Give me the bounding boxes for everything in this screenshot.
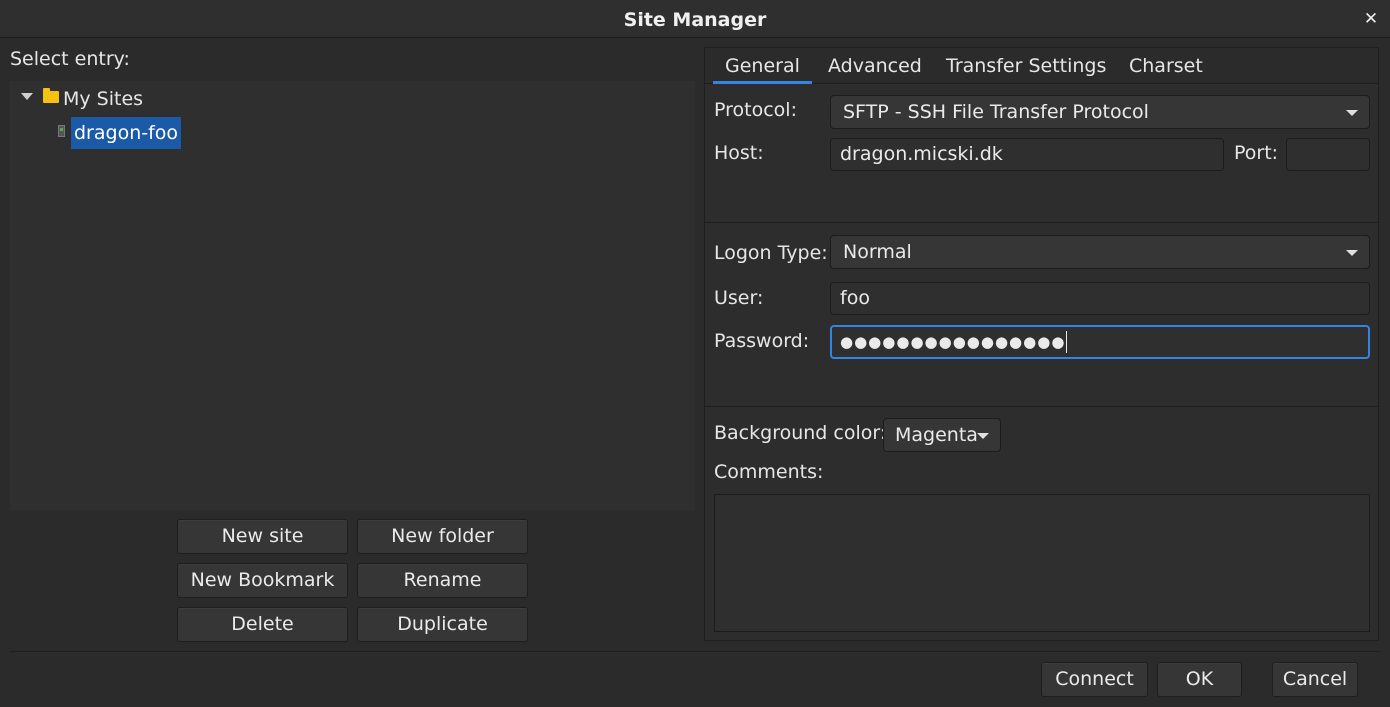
rename-button[interactable]: Rename xyxy=(357,563,528,598)
logon-type-label: Logon Type: xyxy=(714,242,828,264)
tab-transfer-settings[interactable]: Transfer Settings xyxy=(946,48,1106,84)
new-folder-button[interactable]: New folder xyxy=(357,519,528,554)
new-site-button[interactable]: New site xyxy=(177,519,348,554)
host-input[interactable]: dragon.micski.dk xyxy=(830,138,1224,171)
cancel-button[interactable]: Cancel xyxy=(1272,662,1358,697)
background-color-select[interactable]: Magenta xyxy=(883,418,1001,452)
window-title: Site Manager xyxy=(623,9,767,31)
select-entry-label: Select entry: xyxy=(10,48,130,70)
background-color-value: Magenta xyxy=(895,424,978,446)
divider xyxy=(705,406,1378,407)
duplicate-button[interactable]: Duplicate xyxy=(357,607,528,642)
new-bookmark-button[interactable]: New Bookmark xyxy=(177,563,348,598)
protocol-select[interactable]: SFTP - SSH File Transfer Protocol xyxy=(830,95,1370,129)
port-input[interactable] xyxy=(1286,138,1370,171)
comments-label: Comments: xyxy=(714,461,824,483)
ok-button[interactable]: OK xyxy=(1157,662,1242,697)
site-tree[interactable]: My Sites dragon-foo xyxy=(10,81,695,510)
host-label: Host: xyxy=(714,142,764,164)
chevron-down-icon xyxy=(1346,250,1358,256)
logon-type-value: Normal xyxy=(843,241,912,263)
tab-bar: General Advanced Transfer Settings Chars… xyxy=(705,48,1378,84)
tree-item-my-sites[interactable]: My Sites xyxy=(63,84,143,114)
delete-button[interactable]: Delete xyxy=(177,607,348,642)
tree-item-dragon-foo[interactable]: dragon-foo xyxy=(71,117,182,149)
footer-divider xyxy=(10,651,1380,652)
close-icon[interactable]: ✕ xyxy=(1358,6,1384,32)
tab-advanced[interactable]: Advanced xyxy=(828,48,922,84)
password-label: Password: xyxy=(714,330,810,352)
text-caret xyxy=(1066,330,1068,353)
tab-charset[interactable]: Charset xyxy=(1129,48,1203,84)
chevron-down-icon[interactable] xyxy=(21,93,33,100)
user-label: User: xyxy=(714,287,764,309)
divider xyxy=(705,222,1378,223)
chevron-down-icon xyxy=(1346,110,1358,116)
server-icon xyxy=(58,125,65,137)
folder-icon xyxy=(43,88,59,103)
port-label: Port: xyxy=(1234,142,1279,164)
background-color-label: Background color: xyxy=(714,422,887,444)
password-value: ●●●●●●●●●●●●●●●● xyxy=(840,333,1066,351)
password-input[interactable]: ●●●●●●●●●●●●●●●● xyxy=(830,325,1370,359)
logon-type-select[interactable]: Normal xyxy=(830,235,1370,269)
comments-textarea[interactable] xyxy=(714,494,1370,632)
connect-button[interactable]: Connect xyxy=(1041,662,1148,697)
protocol-value: SFTP - SSH File Transfer Protocol xyxy=(843,101,1149,123)
user-input[interactable]: foo xyxy=(830,282,1370,315)
protocol-label: Protocol: xyxy=(714,99,797,121)
chevron-down-icon xyxy=(977,433,989,439)
tab-general[interactable]: General xyxy=(713,48,812,84)
